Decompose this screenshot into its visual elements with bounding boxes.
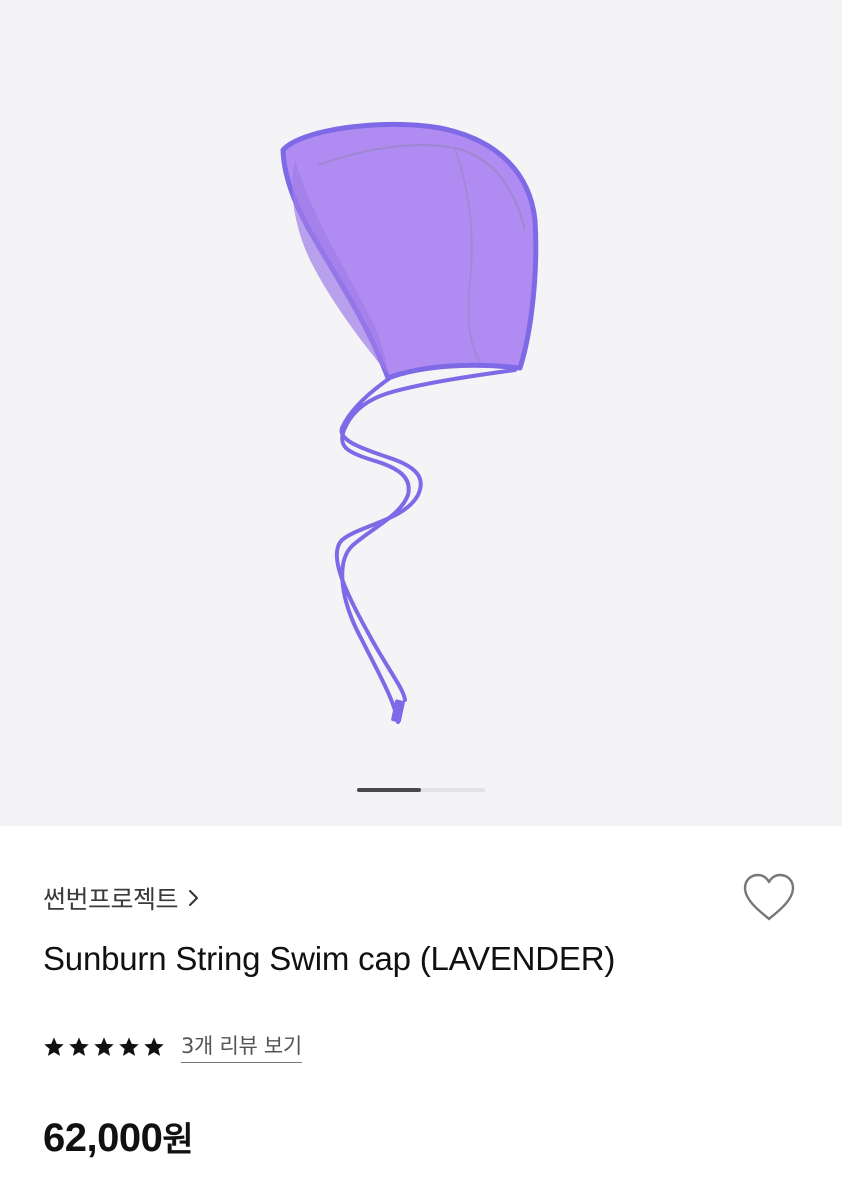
wishlist-heart-icon[interactable]	[741, 872, 797, 924]
rating-row: 3개 리뷰 보기	[43, 1030, 302, 1063]
brand-link[interactable]: 썬번프로젝트	[43, 880, 200, 916]
price-amount: 62,000	[43, 1116, 163, 1160]
image-pager-active-indicator	[357, 788, 421, 792]
star-icon	[94, 1036, 114, 1056]
chevron-right-icon	[189, 890, 199, 906]
star-icon	[44, 1036, 64, 1056]
product-info-section: 썬번프로젝트 Sunburn String Swim cap (LAVENDER…	[0, 826, 842, 1200]
review-link[interactable]: 3개 리뷰 보기	[181, 1030, 302, 1063]
product-image-gallery[interactable]	[0, 0, 842, 826]
rating-stars	[43, 1036, 165, 1058]
price: 62,000 원	[43, 1112, 194, 1161]
product-image	[280, 121, 539, 724]
brand-name: 썬번프로젝트	[43, 885, 179, 914]
price-currency: 원	[162, 1120, 194, 1160]
image-pager[interactable]	[357, 788, 485, 792]
star-icon	[144, 1036, 164, 1056]
star-icon	[69, 1036, 89, 1056]
product-title: Sunburn String Swim cap (LAVENDER)	[43, 940, 616, 977]
star-icon	[119, 1036, 139, 1056]
